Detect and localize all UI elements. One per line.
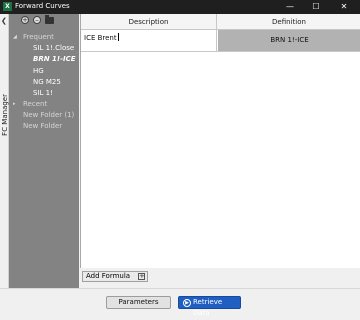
divider — [0, 288, 360, 289]
description-cell[interactable]: ICE Brent — [81, 30, 217, 51]
minimize-button[interactable]: — — [277, 0, 303, 14]
chevron-left-icon[interactable]: ❮ — [1, 17, 7, 25]
title-bar: X Forward Curves — ☐ ✕ — [0, 0, 360, 14]
window-title: Forward Curves — [15, 2, 70, 10]
maximize-button[interactable]: ☐ — [303, 0, 329, 14]
grid-header: Description Definition — [81, 14, 360, 30]
parameters-button[interactable]: Parameters — [106, 296, 171, 309]
tree-panel: + – ◢ Frequent SIL 1!.Close BRN 1!-ICE H… — [9, 14, 79, 288]
text-caret — [117, 33, 119, 41]
excel-app-icon: X — [3, 2, 12, 11]
fc-manager-strip[interactable]: ❮ FC Manager — [0, 14, 9, 288]
retrieve-data-button[interactable]: ▶ Retrieve Data — [178, 296, 241, 317]
remove-circle-icon[interactable]: – — [33, 16, 41, 24]
add-circle-icon[interactable]: + — [21, 16, 29, 24]
plus-icon: + — [138, 272, 145, 280]
description-text: ICE Brent — [84, 34, 117, 42]
column-header-definition[interactable]: Definition — [217, 14, 360, 30]
close-button[interactable]: ✕ — [331, 0, 357, 14]
retrieve-data-label: Retrieve Data — [193, 298, 223, 317]
table-row[interactable]: ICE Brent BRN 1!-ICE — [81, 30, 360, 52]
curves-grid: Description Definition ICE Brent BRN 1!-… — [80, 14, 360, 268]
add-formula-label: Add Formula — [86, 272, 131, 280]
expand-arrow-icon[interactable]: ▸ — [13, 99, 19, 109]
collapse-arrow-icon[interactable]: ◢ — [13, 32, 19, 42]
add-formula-button[interactable]: Add Formula + — [82, 271, 148, 282]
column-header-description[interactable]: Description — [81, 14, 217, 30]
fc-manager-label: FC Manager — [1, 94, 9, 136]
definition-cell[interactable]: BRN 1!-ICE — [218, 30, 360, 51]
open-folder-icon[interactable] — [45, 15, 54, 24]
retrieve-icon: ▶ — [183, 299, 191, 307]
